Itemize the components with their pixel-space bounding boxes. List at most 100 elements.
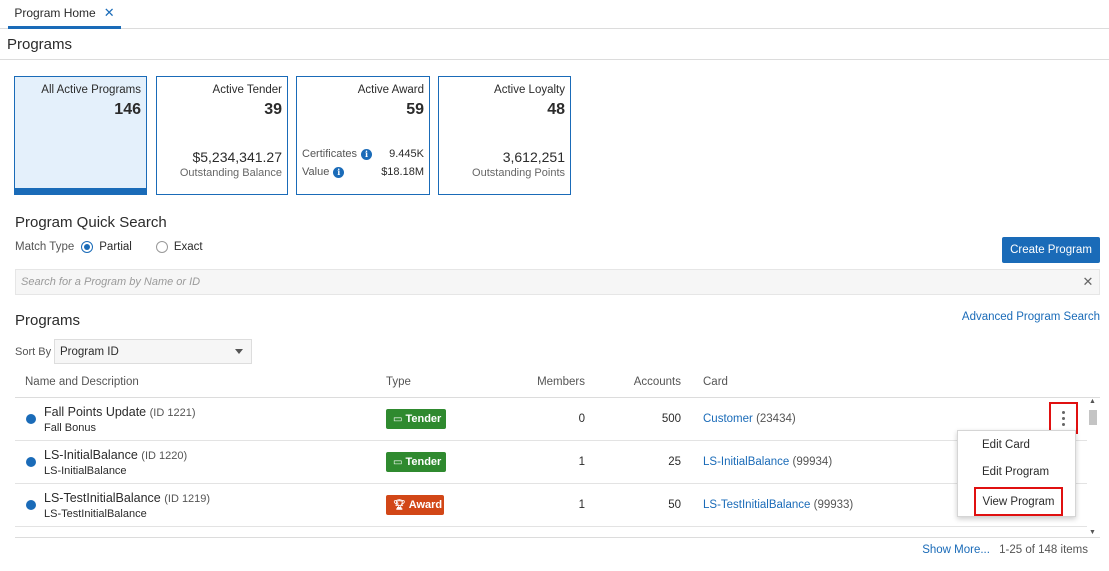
table-row[interactable]: LS-TestInitialBalance (ID 1219) LS-TestI… (15, 484, 1087, 527)
table-header: Name and Description Type Members Accoun… (15, 369, 1100, 398)
members-count: 0 (578, 413, 585, 425)
radio-partial[interactable]: Partial (81, 241, 132, 253)
members-count: 1 (578, 499, 585, 511)
column-card: Card (703, 376, 728, 388)
radio-exact-label: Exact (173, 241, 203, 253)
type-badge: 🏆︎ Award (386, 495, 444, 515)
outstanding-points-value: 3,612,251 (502, 149, 565, 165)
row-actions-menu: Edit Card Edit Program View Program (957, 430, 1076, 517)
divider (15, 537, 1100, 538)
card-title: Active Tender (212, 84, 282, 96)
table-row[interactable]: Fall Points Update (ID 1221) Fall Bonus … (15, 398, 1087, 441)
program-description: LS-TestInitialBalance (44, 508, 147, 520)
accounts-count: 25 (668, 456, 681, 468)
outstanding-balance-value: $5,234,341.27 (192, 149, 282, 165)
tab-program-home[interactable]: Program Home ✕ (8, 0, 121, 29)
search-input[interactable] (16, 270, 1077, 294)
radio-selected-icon (81, 241, 94, 253)
sort-by-select[interactable]: Program ID (54, 339, 252, 364)
pagination-footer: Show More... 1-25 of 148 items (922, 544, 1088, 556)
column-accounts: Accounts (633, 376, 681, 388)
program-description: Fall Bonus (44, 422, 96, 434)
card-active-award[interactable]: Active Award 59 Certificates i 9.445K Va… (296, 76, 430, 195)
card-link[interactable]: Customer (23434) (703, 413, 796, 425)
members-count: 1 (578, 456, 585, 468)
program-id: (ID 1219) (164, 493, 211, 505)
card-title: All Active Programs (41, 84, 141, 96)
card-all-active-programs[interactable]: All Active Programs 146 (14, 76, 147, 195)
advanced-program-search-link[interactable]: Advanced Program Search (962, 311, 1100, 323)
clear-icon[interactable]: ✕ (1077, 274, 1099, 290)
menu-item-edit-card[interactable]: Edit Card (982, 439, 1030, 451)
column-name-description: Name and Description (25, 376, 139, 388)
menu-item-view-program[interactable]: View Program (974, 487, 1063, 516)
accounts-count: 500 (661, 413, 681, 425)
chevron-down-icon (235, 349, 243, 354)
programs-list-title: Programs (15, 312, 81, 329)
card-active-loyalty[interactable]: Active Loyalty 48 3,612,251 Outstanding … (438, 76, 571, 195)
outstanding-points-label: Outstanding Points (472, 167, 565, 179)
value-value: $18.18M (381, 166, 424, 178)
certificates-label: Certificates (302, 148, 358, 160)
value-row: Value i $18.18M (302, 166, 424, 178)
create-program-button[interactable]: Create Program (1002, 237, 1100, 263)
show-more-link[interactable]: Show More... (922, 544, 990, 556)
program-name[interactable]: LS-InitialBalance (ID 1220) (44, 448, 187, 462)
status-dot-icon (26, 414, 36, 424)
close-icon[interactable]: ✕ (104, 5, 115, 21)
program-name[interactable]: LS-TestInitialBalance (ID 1219) (44, 491, 210, 505)
column-type: Type (386, 376, 411, 388)
card-active-tender[interactable]: Active Tender 39 $5,234,341.27 Outstandi… (156, 76, 288, 195)
scroll-down-icon[interactable]: ▼ (1089, 529, 1096, 536)
program-name-text: LS-InitialBalance (44, 448, 138, 462)
table-row[interactable]: LS-InitialBalance (ID 1220) LS-InitialBa… (15, 441, 1087, 484)
type-label: Tender (405, 413, 442, 425)
type-badge: ▭ Tender (386, 409, 446, 429)
card-name: LS-TestInitialBalance (703, 499, 811, 511)
program-name-text: LS-TestInitialBalance (44, 491, 161, 505)
info-icon[interactable]: i (361, 148, 373, 160)
page-title: Programs (7, 36, 73, 53)
sort-by-label: Sort By (15, 346, 52, 358)
program-name[interactable]: Fall Points Update (ID 1221) (44, 405, 195, 419)
card-icon: ▭ (393, 413, 403, 425)
certificates-value: 9.445K (389, 148, 424, 160)
card-name: Customer (703, 413, 753, 425)
tab-label: Program Home (14, 6, 96, 20)
card-icon: ▭ (393, 456, 403, 468)
radio-exact[interactable]: Exact (155, 241, 203, 253)
search-field: ✕ (15, 269, 1100, 295)
radio-unselected-icon (155, 241, 168, 253)
info-icon[interactable]: i (333, 166, 345, 178)
program-name-text: Fall Points Update (44, 405, 147, 419)
selected-indicator (15, 188, 146, 194)
scroll-up-icon[interactable]: ▲ (1089, 398, 1096, 405)
menu-item-edit-program[interactable]: Edit Program (982, 466, 1049, 478)
card-number: (23434) (756, 413, 796, 425)
value-label: Value (302, 166, 330, 178)
item-range: 1-25 of 148 items (999, 544, 1088, 556)
type-label: Tender (405, 456, 442, 468)
card-count: 59 (406, 101, 424, 118)
accounts-count: 50 (668, 499, 681, 511)
card-name: LS-InitialBalance (703, 456, 790, 468)
outstanding-balance-label: Outstanding Balance (179, 167, 282, 179)
table-scrollbar[interactable]: ▲ ▼ (1088, 398, 1098, 536)
column-members: Members (537, 376, 585, 388)
card-number: (99933) (813, 499, 854, 511)
card-count: 39 (264, 101, 282, 118)
program-id: (ID 1221) (149, 407, 196, 419)
type-label: Award (408, 499, 443, 511)
scroll-thumb[interactable] (1089, 410, 1097, 425)
card-link[interactable]: LS-TestInitialBalance (99933) (703, 499, 853, 511)
divider (0, 59, 1109, 60)
trophy-icon: 🏆︎ (393, 499, 406, 511)
card-number: (99934) (792, 456, 833, 468)
status-dot-icon (26, 457, 36, 467)
radio-partial-label: Partial (99, 241, 132, 253)
quick-search-title: Program Quick Search (15, 214, 167, 231)
sort-by-value: Program ID (60, 345, 119, 358)
card-link[interactable]: LS-InitialBalance (99934) (703, 456, 832, 468)
program-id: (ID 1220) (141, 450, 188, 462)
card-count: 146 (114, 101, 141, 118)
